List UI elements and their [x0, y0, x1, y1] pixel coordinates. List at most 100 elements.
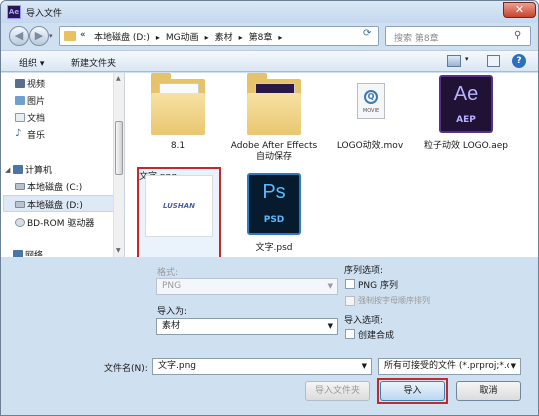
sidebar-item-music[interactable]: 音乐	[27, 128, 45, 141]
png-thumbnail: LUSHAN	[145, 175, 213, 237]
quicktime-icon: Q MOVIE	[357, 83, 385, 119]
sidebar-item-computer[interactable]: 计算机	[25, 163, 52, 176]
drive-d-icon	[15, 201, 25, 208]
import-button-highlight	[377, 378, 448, 404]
view-options-icon[interactable]	[447, 55, 461, 67]
drive-c-icon	[15, 183, 25, 190]
breadcrumb-drive[interactable]: 本地磁盘 (D:)	[94, 33, 150, 43]
filename-label: 文件名(N):	[104, 364, 148, 374]
breadcrumb-separator-icon[interactable]: ▸	[205, 33, 209, 42]
scroll-up-icon[interactable]: ▲	[116, 75, 121, 82]
import-file-dialog: Ae 导入文件 ✕ ◀ ▶ ▾ « 本地磁盘 (D:) ▸ MG动画 ▸ 素材 ▸ 第8章 ▸…	[0, 0, 539, 416]
sidebar-item-videos[interactable]: 视频	[27, 77, 45, 90]
sidebar-item-pictures[interactable]: 图片	[27, 94, 45, 107]
filename-input[interactable]: 文字.png ▼	[152, 358, 372, 375]
computer-icon	[13, 165, 23, 174]
organize-button[interactable]: 组织 ▾	[19, 56, 44, 69]
navigation-pane: 视频 图片 文档 ♪ 音乐 ◢ 计算机 本地磁盘 (C:) 本地磁盘 (D:) …	[1, 73, 125, 259]
import-as-select[interactable]: 素材 ▼	[156, 318, 338, 335]
chevron-down-icon: ▼	[327, 282, 333, 290]
import-options-panel: 格式: PNG ▼ 导入为: 素材 ▼ 序列选项: PNG 序列 强制按字母顺序排列…	[1, 257, 538, 415]
cancel-button[interactable]: 取消	[456, 381, 521, 401]
import-as-value: 素材	[162, 321, 181, 331]
file-item-logo-mov[interactable]: Q MOVIE LOGO动效.mov	[325, 73, 415, 153]
sidebar-item-drive-c[interactable]: 本地磁盘 (C:)	[27, 180, 82, 193]
file-name: 8.1	[170, 141, 186, 151]
sidebar-item-documents[interactable]: 文档	[27, 111, 45, 124]
forward-button[interactable]: ▶	[29, 26, 49, 46]
recent-locations-icon[interactable]: ▾	[49, 32, 53, 40]
png-sequence-label: PNG 序列	[358, 281, 398, 291]
help-icon[interactable]: ?	[512, 54, 526, 68]
expand-computer-icon[interactable]: ◢	[5, 166, 10, 174]
dialog-title: 导入文件	[26, 9, 63, 19]
sidebar-item-drive-d[interactable]: 本地磁盘 (D:)	[27, 198, 83, 211]
file-item-ae-autosave[interactable]: Ae Adobe After Effects 自动保存	[229, 73, 319, 162]
import-as-label: 导入为:	[157, 307, 188, 317]
file-name: 粒子动效 LOGO.aep	[424, 141, 508, 151]
file-item-aep[interactable]: Ae AEP 粒子动效 LOGO.aep	[421, 73, 511, 153]
file-item-png-selected[interactable]: LUSHAN 文字.png	[137, 167, 221, 259]
refresh-icon[interactable]: ⟳	[363, 28, 371, 39]
preview-pane-icon[interactable]	[487, 55, 500, 67]
format-select: PNG ▼	[156, 278, 338, 295]
breadcrumb-assets[interactable]: 素材	[215, 33, 233, 43]
sidebar-scrollbar[interactable]: ▲ ▼	[113, 73, 124, 257]
chevron-down-icon[interactable]: ▼	[362, 359, 367, 374]
navigation-bar: ◀ ▶ ▾ « 本地磁盘 (D:)▸MG动画▸素材▸第8章▸ ▾ ⟳ 搜索 第8…	[1, 23, 538, 49]
bd-rom-icon	[15, 218, 25, 227]
file-list: ABG 8.1 Ae Adobe After Effects 自动保存 Q MO…	[125, 73, 538, 259]
breadcrumb: 本地磁盘 (D:) ▸ MG动画 ▸ 素材 ▸ 第8章 ▸	[94, 30, 288, 43]
folder-icon: ABG	[151, 73, 205, 135]
file-name: 文字.psd	[255, 243, 293, 253]
sidebar-item-network[interactable]: 网络	[25, 248, 43, 256]
create-comp-label: 创建合成	[358, 331, 395, 341]
file-name: LOGO动效.mov	[336, 141, 404, 151]
breadcrumb-chapter[interactable]: 第8章	[249, 33, 273, 43]
address-overflow[interactable]: «	[80, 30, 86, 40]
address-bar[interactable]: « 本地磁盘 (D:)▸MG动画▸素材▸第8章▸ ▾	[59, 26, 394, 46]
file-item-8-1[interactable]: ABG 8.1	[133, 73, 223, 153]
scrollbar-thumb[interactable]	[115, 121, 123, 175]
search-box[interactable]: 搜索 第8章 ⚲	[385, 26, 531, 46]
back-button[interactable]: ◀	[9, 26, 29, 46]
view-dropdown-icon[interactable]: ▾	[465, 55, 469, 63]
file-name: Adobe After Effects 自动保存	[230, 141, 318, 162]
chevron-down-icon[interactable]: ▼	[328, 319, 333, 334]
title-bar: Ae 导入文件 ✕	[1, 1, 538, 23]
png-sequence-checkbox[interactable]	[345, 279, 355, 289]
breadcrumb-separator-icon[interactable]: ▸	[278, 33, 282, 42]
sidebar-item-bd-rom[interactable]: BD-ROM 驱动器	[27, 216, 94, 229]
documents-icon	[15, 113, 25, 122]
psd-file-icon: Ps PSD	[247, 173, 301, 235]
format-label: 格式:	[157, 268, 179, 278]
after-effects-icon: Ae	[7, 5, 21, 19]
chevron-down-icon[interactable]: ▼	[508, 359, 516, 374]
filename-value: 文字.png	[158, 361, 196, 371]
music-icon: ♪	[15, 128, 22, 139]
format-value: PNG	[162, 281, 182, 291]
breadcrumb-separator-icon[interactable]: ▸	[156, 33, 160, 42]
file-item-psd[interactable]: Ps PSD 文字.psd	[229, 171, 319, 255]
create-comp-checkbox[interactable]	[345, 329, 355, 339]
force-alpha-label: 强制按字母顺序排列	[358, 296, 430, 305]
close-button[interactable]: ✕	[503, 2, 536, 18]
breadcrumb-mg[interactable]: MG动画	[166, 33, 199, 43]
aep-file-icon: Ae AEP	[439, 75, 493, 133]
import-options-label: 导入选项:	[344, 316, 384, 326]
pictures-icon	[15, 96, 25, 105]
sequence-options-label: 序列选项:	[344, 266, 384, 276]
force-alpha-checkbox	[345, 296, 355, 306]
videos-icon	[15, 79, 25, 88]
folder-icon	[64, 31, 76, 41]
file-type-select[interactable]: 所有可接受的文件 (*.prproj;*.c ▼	[378, 358, 521, 375]
scroll-down-icon[interactable]: ▼	[116, 247, 121, 254]
new-folder-button[interactable]: 新建文件夹	[71, 56, 116, 69]
toolbar: 组织 ▾ 新建文件夹 ▾ ?	[1, 50, 538, 72]
folder-icon: Ae	[247, 73, 301, 135]
file-type-value: 所有可接受的文件 (*.prproj;*.c	[384, 361, 512, 371]
breadcrumb-separator-icon[interactable]: ▸	[239, 33, 243, 42]
search-placeholder: 搜索 第8章	[394, 34, 439, 44]
search-icon[interactable]: ⚲	[514, 30, 521, 41]
import-folder-button[interactable]: 导入文件夹	[305, 381, 370, 401]
